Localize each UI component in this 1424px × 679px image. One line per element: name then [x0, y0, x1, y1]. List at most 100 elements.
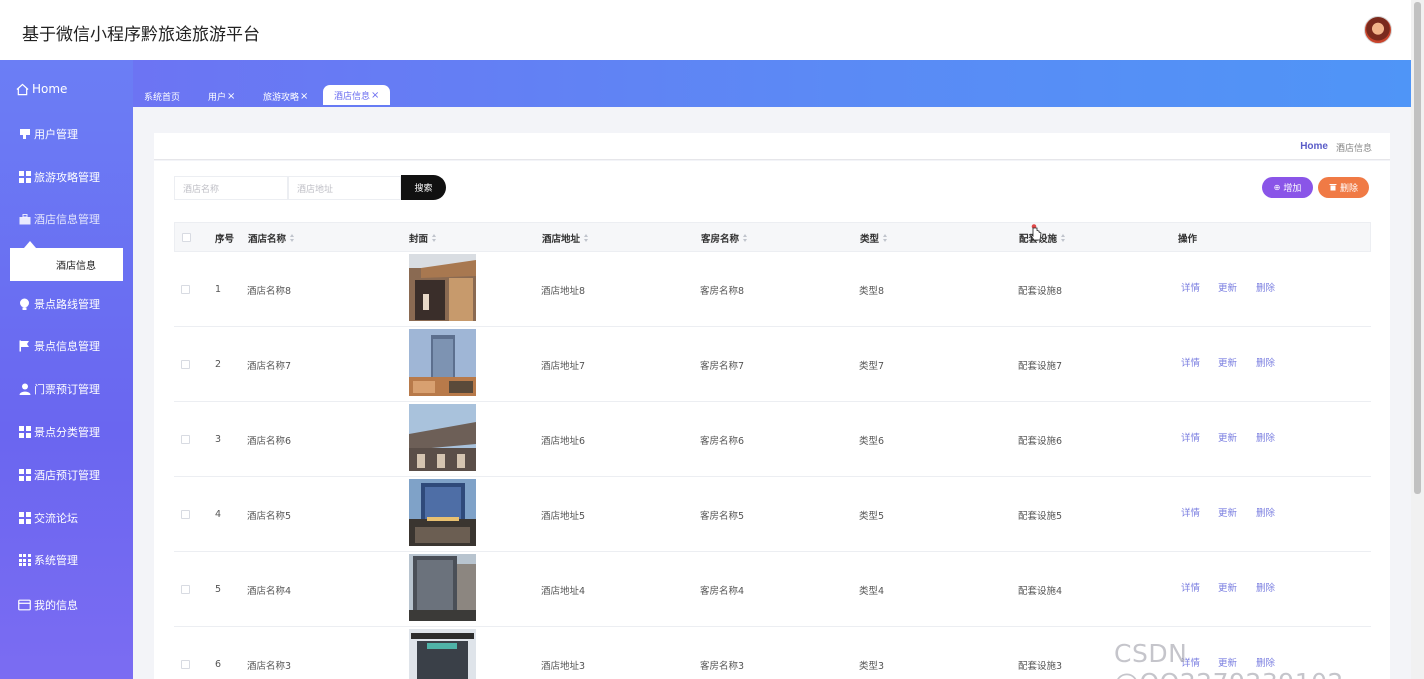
update-link[interactable]: 更新 [1218, 477, 1237, 547]
detail-link[interactable]: 详情 [1181, 252, 1200, 322]
cell-type: 类型7 [859, 360, 885, 372]
grid-icon [18, 426, 31, 439]
sidebar-item-booking-mgmt[interactable]: 酒店预订管理 [0, 460, 133, 490]
sidebar-item-user-mgmt[interactable]: 用户管理 [0, 119, 133, 149]
close-icon[interactable]: × [300, 91, 308, 102]
cell-room: 客房名称7 [700, 360, 745, 372]
detail-link[interactable]: 详情 [1181, 552, 1200, 622]
bulb-icon [18, 298, 31, 311]
update-link[interactable]: 更新 [1218, 552, 1237, 622]
grid-icon [18, 469, 31, 482]
delete-link[interactable]: 删除 [1256, 477, 1275, 547]
grid9-icon [18, 554, 31, 567]
cell-no: 5 [215, 584, 222, 595]
add-button[interactable]: ⊕ 增加 [1262, 177, 1313, 198]
cell-room: 客房名称5 [700, 510, 745, 522]
sort-icon[interactable] [432, 233, 437, 243]
hand-cursor-icon [1030, 224, 1042, 242]
sort-icon[interactable] [883, 233, 888, 243]
cell-address: 酒店地址4 [541, 585, 586, 597]
sidebar-item-ticket-mgmt[interactable]: 门票预订管理 [0, 374, 133, 404]
plus-circle-icon: ⊕ [1273, 183, 1281, 192]
detail-link[interactable]: 详情 [1181, 327, 1200, 397]
col-header-type[interactable]: 类型 [860, 223, 888, 253]
cell-no: 4 [215, 509, 222, 520]
delete-label: 删除 [1339, 184, 1358, 194]
cell-address: 酒店地址7 [541, 360, 586, 372]
sidebar-item-route-mgmt[interactable]: 景点路线管理 [0, 289, 133, 319]
scrollbar-thumb[interactable] [1414, 2, 1421, 494]
sidebar-item-label: 景点信息管理 [34, 340, 100, 353]
sort-icon[interactable] [1061, 233, 1066, 243]
submenu-item-hotel-info[interactable]: 酒店信息 [10, 248, 123, 281]
sidebar-item-spot-mgmt[interactable]: 景点信息管理 [0, 331, 133, 361]
tab-guide[interactable]: 旅游攻略 × [263, 86, 308, 107]
row-checkbox[interactable] [181, 510, 190, 519]
delete-link[interactable]: 删除 [1256, 327, 1275, 397]
sort-icon[interactable] [290, 233, 295, 243]
col-header-address[interactable]: 酒店地址 [542, 223, 589, 253]
watermark: CSDN @QQ2279239102 [1114, 639, 1343, 679]
sidebar-item-hotel-mgmt[interactable]: 酒店信息管理 [0, 204, 133, 234]
sidebar-item-guide-mgmt[interactable]: 旅游攻略管理 [0, 162, 133, 192]
update-link[interactable]: 更新 [1218, 402, 1237, 472]
tab-label: 酒店信息 [334, 91, 371, 102]
cell-facility: 配套设施5 [1018, 510, 1063, 522]
cell-facility: 配套设施7 [1018, 360, 1063, 372]
sidebar-item-home[interactable]: Home [0, 74, 133, 104]
delete-link[interactable]: 删除 [1256, 552, 1275, 622]
delete-link[interactable]: 删除 [1256, 402, 1275, 472]
add-label: 增加 [1283, 184, 1302, 194]
update-link[interactable]: 更新 [1218, 327, 1237, 397]
detail-link[interactable]: 详情 [1181, 477, 1200, 547]
breadcrumb-home[interactable]: Home [1300, 141, 1328, 152]
cell-room: 客房名称6 [700, 435, 745, 447]
hotel-cover-image [409, 554, 476, 621]
cell-address: 酒店地址8 [541, 285, 586, 297]
detail-link[interactable]: 详情 [1181, 402, 1200, 472]
row-checkbox[interactable] [181, 585, 190, 594]
sort-icon[interactable] [584, 233, 589, 243]
col-header-cover[interactable]: 封面 [409, 223, 437, 253]
trash-icon [1329, 183, 1337, 193]
cell-room: 客房名称3 [700, 660, 745, 672]
col-header-name[interactable]: 酒店名称 [248, 223, 295, 253]
cell-address: 酒店地址6 [541, 435, 586, 447]
flag-icon [18, 340, 31, 353]
hotel-cover-image [409, 479, 476, 546]
sidebar-item-forum[interactable]: 交流论坛 [0, 503, 133, 533]
avatar[interactable] [1364, 16, 1392, 44]
col-header-label: 封面 [409, 234, 429, 245]
tab-hotel-info[interactable]: 酒店信息 × [323, 85, 391, 105]
search-button[interactable]: 搜索 [401, 175, 446, 200]
cell-type: 类型6 [859, 435, 885, 447]
sidebar-item-label: 景点分类管理 [34, 426, 100, 439]
delete-link[interactable]: 删除 [1256, 252, 1275, 322]
delete-button[interactable]: 删除 [1318, 177, 1369, 198]
sidebar-item-system-mgmt[interactable]: 系统管理 [0, 545, 133, 575]
sidebar-item-my-info[interactable]: 我的信息 [0, 590, 133, 620]
select-all-checkbox[interactable] [182, 233, 191, 242]
col-header-facility[interactable]: 配套设施 [1019, 223, 1066, 253]
app-title: 基于微信小程序黔旅途旅游平台 [22, 25, 260, 45]
sidebar-item-category-mgmt[interactable]: 景点分类管理 [0, 417, 133, 447]
cell-facility: 配套设施8 [1018, 285, 1063, 297]
vertical-scrollbar[interactable] [1411, 0, 1424, 679]
update-link[interactable]: 更新 [1218, 252, 1237, 322]
grid-icon [18, 171, 31, 184]
tab-user[interactable]: 用户 × [208, 86, 235, 107]
col-header-room[interactable]: 客房名称 [701, 223, 748, 253]
row-checkbox[interactable] [181, 285, 190, 294]
hotel-address-input[interactable]: 酒店地址 [288, 176, 401, 200]
hotel-name-input[interactable]: 酒店名称 [174, 176, 288, 200]
row-checkbox[interactable] [181, 660, 190, 669]
row-checkbox[interactable] [181, 360, 190, 369]
cell-no: 1 [215, 284, 222, 295]
cell-type: 类型4 [859, 585, 885, 597]
close-icon[interactable]: × [227, 91, 235, 102]
tab-home[interactable]: 系统首页 [144, 86, 180, 107]
col-header-label: 类型 [860, 234, 880, 245]
row-checkbox[interactable] [181, 435, 190, 444]
sort-icon[interactable] [743, 233, 748, 243]
close-icon[interactable]: × [371, 90, 379, 101]
